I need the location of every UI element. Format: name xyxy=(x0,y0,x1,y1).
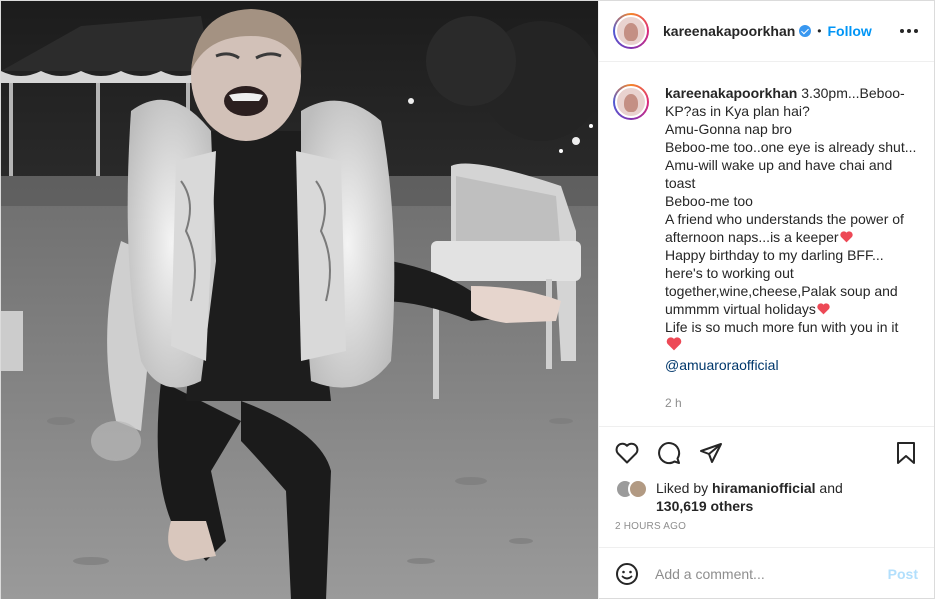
liker-username[interactable]: hiramaniofficial xyxy=(712,480,815,496)
post-timestamp[interactable]: 2 HOURS AGO xyxy=(599,517,934,547)
photo-image xyxy=(1,1,598,599)
post-comment-button[interactable]: Post xyxy=(888,566,918,582)
likes-prefix: Liked by xyxy=(656,480,709,496)
caption-text: kareenakapoorkhan 3.30pm...Beboo-KP?as i… xyxy=(665,84,918,426)
red-heart-emoji-icon xyxy=(666,337,682,351)
caption-line xyxy=(665,336,918,354)
comment-icon[interactable] xyxy=(655,439,683,467)
post-photo[interactable] xyxy=(1,1,599,599)
caption-username[interactable]: kareenakapoorkhan xyxy=(665,85,797,101)
caption-line: Happy birthday to my darling BFF... here… xyxy=(665,246,918,318)
share-icon[interactable] xyxy=(697,439,725,467)
comment-bar: Post xyxy=(599,547,934,599)
caption-line: Beboo-me too xyxy=(665,193,753,209)
caption-line-text: A friend who understands the power of af… xyxy=(665,211,904,245)
likes-text: Liked by hiramaniofficial and 130,619 ot… xyxy=(656,479,843,515)
caption-line-text: Life is so much more fun with you in it xyxy=(665,319,899,335)
caption-line: kareenakapoorkhan 3.30pm...Beboo-KP?as i… xyxy=(665,84,918,120)
mention-link[interactable]: @amuaroraofficial xyxy=(665,356,918,374)
emoji-icon[interactable] xyxy=(613,560,641,588)
comment-input[interactable] xyxy=(655,566,888,582)
caption-line: A friend who understands the power of af… xyxy=(665,210,918,246)
caption-section: kareenakapoorkhan 3.30pm...Beboo-KP?as i… xyxy=(599,62,934,426)
bookmark-icon[interactable] xyxy=(892,439,920,467)
caption-line: Amu-will wake up and have chai and toast xyxy=(665,157,893,191)
caption-avatar[interactable] xyxy=(613,84,649,120)
likes-conj: and xyxy=(819,480,843,496)
liker-avatar[interactable] xyxy=(628,479,648,499)
action-bar xyxy=(599,426,934,479)
more-icon[interactable] xyxy=(900,23,918,39)
post-dialog: kareenakapoorkhan • Follow kareenakapoor… xyxy=(0,0,935,599)
post-sidebar: kareenakapoorkhan • Follow kareenakapoor… xyxy=(599,1,934,599)
caption-line: Life is so much more fun with you in it xyxy=(665,318,918,336)
caption-line-text: Happy birthday to my darling BFF... here… xyxy=(665,247,898,317)
separator-dot: • xyxy=(817,24,822,38)
post-header: kareenakapoorkhan • Follow xyxy=(599,1,934,62)
caption-time-ago[interactable]: 2 h xyxy=(665,394,918,412)
follow-button[interactable]: Follow xyxy=(828,23,872,39)
author-username[interactable]: kareenakapoorkhan xyxy=(663,23,795,39)
likes-count[interactable]: 130,619 others xyxy=(656,498,753,514)
caption-line: Amu-Gonna nap bro xyxy=(665,121,792,137)
author-avatar[interactable] xyxy=(613,13,649,49)
red-heart-emoji-icon xyxy=(817,303,830,315)
caption-line: Beboo-me too..one eye is already shut... xyxy=(665,139,917,155)
likes-section: Liked by hiramaniofficial and 130,619 ot… xyxy=(599,479,934,517)
heart-icon[interactable] xyxy=(613,439,641,467)
red-heart-emoji-icon xyxy=(839,231,853,243)
verified-badge-icon xyxy=(799,25,812,37)
